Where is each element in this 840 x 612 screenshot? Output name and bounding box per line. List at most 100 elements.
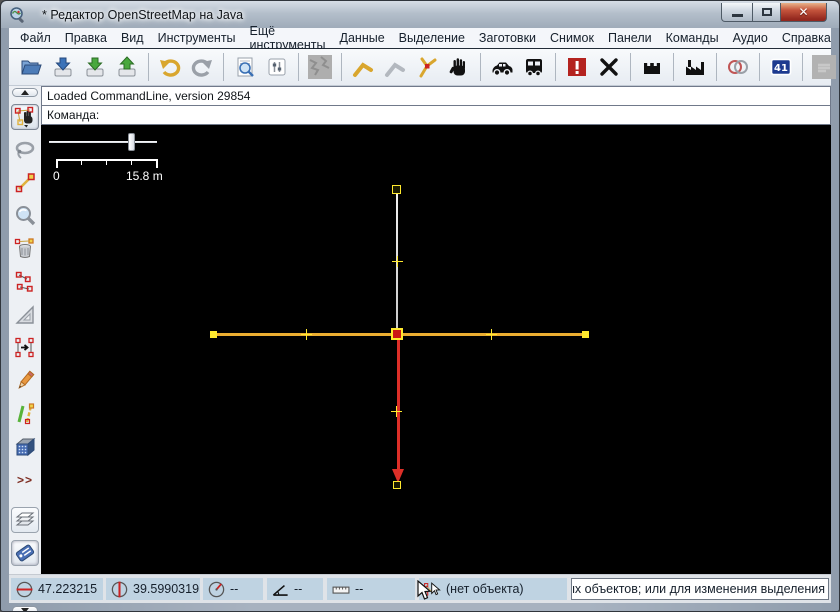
select-tool-icon: [14, 106, 34, 128]
menu-item[interactable]: Данные: [333, 29, 392, 47]
maximize-button[interactable]: [753, 3, 781, 22]
menu-item[interactable]: Вид: [114, 29, 151, 47]
preferences-button[interactable]: [230, 52, 260, 82]
rings-icon: [728, 60, 748, 74]
improve-accuracy-tool-button[interactable]: [11, 368, 39, 394]
zoom-tool-button[interactable]: [11, 203, 39, 229]
save-button[interactable]: [48, 52, 78, 82]
combine-way-button[interactable]: [348, 52, 378, 82]
menu-bar: Файл Правка Вид Инструменты Ещё инструменты Д…: [9, 24, 831, 52]
scale-tick: [131, 159, 132, 165]
menu-item[interactable]: Заготовки: [472, 29, 543, 47]
toggle-dialogs-icon: [268, 58, 286, 76]
toolbar-separator: [673, 53, 674, 81]
open-file-button[interactable]: [16, 52, 46, 82]
layer-disabled-icon: [812, 55, 836, 79]
preset-castle-button[interactable]: [637, 52, 667, 82]
collapse-down-button[interactable]: [12, 606, 38, 611]
hint-field: ленных объектов; или для изменения выдел…: [571, 578, 829, 600]
window-title: * Редактор OpenStreetMap на Java: [42, 7, 244, 22]
zoom-slider-track[interactable]: [49, 141, 157, 143]
split-way-button[interactable]: [412, 52, 442, 82]
preset-bus-button[interactable]: [519, 52, 549, 82]
midpoint-marker[interactable]: [486, 329, 497, 340]
zoom-slider-handle[interactable]: [128, 133, 135, 151]
longitude-value: 39.5990319: [133, 582, 200, 596]
redo-icon: [191, 59, 212, 77]
measure-angle-tool-button[interactable]: [11, 302, 39, 328]
ruler-icon: [332, 586, 350, 594]
midpoint-marker[interactable]: [301, 329, 312, 340]
menu-item[interactable]: Инструменты: [151, 29, 243, 47]
collapse-up-button[interactable]: [12, 88, 38, 97]
menu-item[interactable]: Панели: [601, 29, 659, 47]
delete-tool-button[interactable]: [11, 236, 39, 262]
minimize-button[interactable]: [721, 3, 753, 22]
menu-item[interactable]: Выделение: [392, 29, 472, 47]
midpoint-marker[interactable]: [391, 406, 402, 417]
merge-nodes-tool-button[interactable]: [11, 335, 39, 361]
minimize-icon: [731, 14, 743, 17]
download-button[interactable]: [80, 52, 110, 82]
scale-start-label: 0: [53, 169, 60, 183]
open-folder-icon: [21, 60, 42, 75]
distance-value: --: [355, 582, 364, 596]
menu-item[interactable]: Снимок: [543, 29, 601, 47]
building-icon: [15, 437, 36, 457]
parallel-way-tool-button[interactable]: [11, 401, 39, 427]
layers-panel-button[interactable]: [11, 507, 39, 533]
upload-button[interactable]: [112, 52, 142, 82]
map-column: Loaded CommandLine, version 29854 Команд…: [41, 86, 831, 574]
preset-crossing-button[interactable]: [594, 52, 624, 82]
redo-button[interactable]: [187, 52, 217, 82]
node-east[interactable]: [582, 331, 589, 338]
building-tool-button[interactable]: [11, 434, 39, 460]
map-canvas[interactable]: 0 15.8 m: [41, 125, 831, 574]
status-bar: 47.223215 39.5990319 -- -- -- (нет объек…: [9, 574, 831, 603]
unglue-nodes-icon: [15, 271, 33, 292]
node-bottom[interactable]: [393, 481, 401, 489]
draw-way-icon: [15, 173, 35, 193]
preset-speed-sign-button[interactable]: 41: [766, 52, 796, 82]
title-bar[interactable]: * Редактор OpenStreetMap на Java ✕: [1, 1, 839, 28]
select-tool-button[interactable]: [11, 104, 39, 130]
draw-way-tool-button[interactable]: [11, 170, 39, 196]
castle-icon: [644, 63, 660, 74]
magnifier-icon: [16, 206, 36, 226]
lasso-tool-button[interactable]: [11, 137, 39, 163]
node-top[interactable]: [392, 185, 401, 194]
undo-button[interactable]: [155, 52, 185, 82]
main-area: >> Loaded CommandLine, version 29854 Ком…: [9, 86, 831, 611]
menu-item[interactable]: Справка: [775, 29, 838, 47]
set-square-icon: [15, 305, 34, 324]
node-center-selected[interactable]: [391, 328, 403, 340]
preset-rings-button[interactable]: [723, 52, 753, 82]
toolbar-separator: [480, 53, 481, 81]
validator-warning-button[interactable]: [562, 52, 592, 82]
command-input[interactable]: [99, 108, 825, 122]
tags-panel-button[interactable]: [11, 540, 39, 566]
latitude-icon: [16, 581, 33, 597]
tag-icon: [15, 544, 35, 562]
menu-item[interactable]: Аудио: [726, 29, 775, 47]
menu-item[interactable]: Правка: [58, 29, 114, 47]
layer-disabled-button: [809, 52, 839, 82]
josm-window: * Редактор OpenStreetMap на Java ✕ Файл П…: [0, 0, 840, 612]
toggle-dialogs-button[interactable]: [262, 52, 292, 82]
preset-car-button[interactable]: [487, 52, 517, 82]
more-tools-button[interactable]: >>: [11, 467, 39, 493]
scale-end-label: 15.8 m: [126, 169, 163, 183]
close-button[interactable]: ✕: [781, 3, 827, 22]
menu-item[interactable]: Команды: [659, 29, 726, 47]
midpoint-marker[interactable]: [392, 256, 403, 267]
imagery-disabled-icon: [308, 55, 332, 79]
combine-way-disabled-icon: [385, 62, 405, 77]
angle-icon: [272, 584, 288, 596]
node-west[interactable]: [210, 331, 217, 338]
edit-toolbar: >>: [9, 86, 41, 611]
unglue-tool-button[interactable]: [11, 269, 39, 295]
menu-item[interactable]: Файл: [13, 29, 58, 47]
preset-factory-button[interactable]: [680, 52, 710, 82]
split-way-icon: [419, 57, 437, 78]
pan-button[interactable]: [444, 52, 474, 82]
